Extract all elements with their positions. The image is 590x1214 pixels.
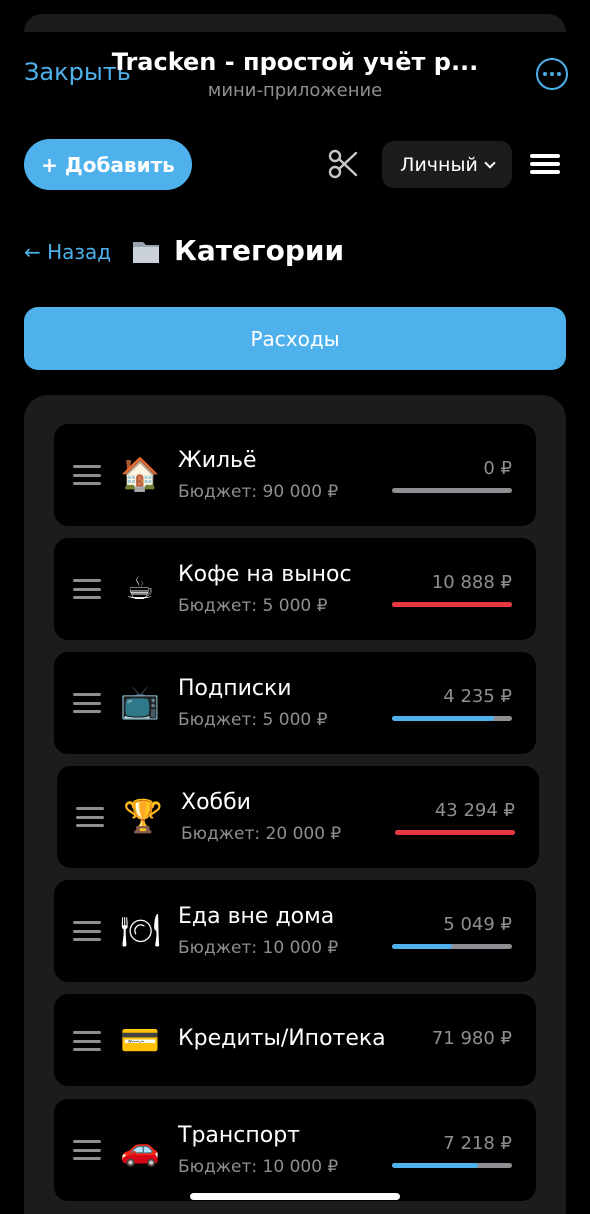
budget-progress-bar bbox=[392, 602, 512, 607]
trophy-icon: 🏆 bbox=[123, 797, 163, 835]
category-budget: Бюджет: 5 000 ₽ bbox=[178, 710, 328, 730]
tv-icon: 📺 bbox=[120, 683, 160, 721]
category-name: Хобби bbox=[181, 790, 251, 815]
category-name: Транспорт bbox=[178, 1123, 300, 1148]
scissors-icon[interactable] bbox=[328, 148, 358, 180]
title-block: Tracken - простой учёт р... мини-приложе… bbox=[110, 48, 480, 101]
folder-icon bbox=[133, 242, 159, 263]
category-card[interactable]: 🏠 Жильё Бюджет: 90 000 ₽ 0 ₽ bbox=[54, 424, 536, 526]
app-title: Tracken - простой учёт р... bbox=[111, 48, 479, 76]
drag-handle-icon[interactable] bbox=[73, 1140, 101, 1160]
budget-progress-bar bbox=[392, 488, 512, 493]
drag-handle-icon[interactable] bbox=[76, 807, 104, 827]
category-name: Кофе на вынос bbox=[178, 562, 352, 587]
coffee-icon: ☕ bbox=[125, 569, 155, 607]
category-budget: Бюджет: 20 000 ₽ bbox=[181, 824, 342, 844]
app-subtitle: мини-приложение bbox=[207, 80, 383, 101]
category-spent: 0 ₽ bbox=[483, 458, 512, 479]
category-budget: Бюджет: 90 000 ₽ bbox=[178, 482, 339, 502]
category-spent: 71 980 ₽ bbox=[431, 1028, 512, 1049]
add-button[interactable]: + Добавить bbox=[24, 139, 192, 190]
category-name: Подписки bbox=[178, 676, 292, 701]
category-card[interactable]: 🚗 Транспорт Бюджет: 10 000 ₽ 7 218 ₽ bbox=[54, 1099, 536, 1201]
budget-progress-fill bbox=[392, 944, 452, 949]
category-budget: Бюджет: 5 000 ₽ bbox=[178, 596, 328, 616]
mini-app-header: Закрыть Tracken - простой учёт р... мини… bbox=[0, 38, 590, 108]
category-list: 🏠 Жильё Бюджет: 90 000 ₽ 0 ₽ ☕ Кофе на в… bbox=[24, 395, 566, 1214]
drag-handle-icon[interactable] bbox=[73, 579, 101, 599]
budget-progress-bar bbox=[392, 716, 512, 721]
category-budget: Бюджет: 10 000 ₽ bbox=[178, 1157, 339, 1177]
category-card[interactable]: 💳 Кредиты/Ипотека 71 980 ₽ bbox=[54, 994, 536, 1086]
category-name: Жильё bbox=[178, 448, 257, 473]
drag-handle-icon[interactable] bbox=[73, 1031, 101, 1051]
budget-progress-bar bbox=[395, 830, 515, 835]
plate-icon: 🍽 bbox=[120, 911, 161, 949]
home-indicator bbox=[190, 1193, 400, 1200]
category-card[interactable]: ☕ Кофе на вынос Бюджет: 5 000 ₽ 10 888 ₽ bbox=[54, 538, 536, 640]
drag-handle-icon[interactable] bbox=[73, 465, 101, 485]
category-spent: 43 294 ₽ bbox=[434, 800, 515, 821]
budget-progress-fill bbox=[392, 716, 494, 721]
credit-card-icon: 💳 bbox=[120, 1021, 160, 1059]
hamburger-icon[interactable] bbox=[530, 154, 560, 174]
category-card[interactable]: 📺 Подписки Бюджет: 5 000 ₽ 4 235 ₽ bbox=[54, 652, 536, 754]
category-card[interactable]: 🏆 Хобби Бюджет: 20 000 ₽ 43 294 ₽ bbox=[57, 766, 539, 868]
category-name: Еда вне дома bbox=[178, 904, 335, 929]
budget-progress-bar bbox=[392, 944, 512, 949]
more-options-icon[interactable] bbox=[536, 58, 568, 90]
category-spent: 7 218 ₽ bbox=[443, 1133, 512, 1154]
account-selected-label: Личный bbox=[400, 153, 478, 176]
category-spent: 5 049 ₽ bbox=[443, 914, 512, 935]
budget-progress-fill bbox=[395, 830, 515, 835]
drag-handle-icon[interactable] bbox=[73, 921, 101, 941]
category-spent: 10 888 ₽ bbox=[431, 572, 512, 593]
car-icon: 🚗 bbox=[120, 1130, 160, 1168]
sheet-edge bbox=[24, 14, 566, 32]
page-title: Категории bbox=[174, 234, 345, 267]
account-selector[interactable]: Личный bbox=[382, 141, 512, 188]
drag-handle-icon[interactable] bbox=[73, 693, 101, 713]
budget-progress-fill bbox=[392, 602, 512, 607]
category-spent: 4 235 ₽ bbox=[443, 686, 512, 707]
tab-expenses[interactable]: Расходы bbox=[24, 307, 566, 370]
category-card[interactable]: 🍽 Еда вне дома Бюджет: 10 000 ₽ 5 049 ₽ bbox=[54, 880, 536, 982]
back-button[interactable]: ← Назад bbox=[24, 240, 111, 264]
house-icon: 🏠 bbox=[120, 455, 160, 493]
budget-progress-bar bbox=[392, 1163, 512, 1168]
chevron-down-icon bbox=[484, 156, 496, 169]
budget-progress-fill bbox=[392, 1163, 479, 1168]
category-budget: Бюджет: 10 000 ₽ bbox=[178, 938, 339, 958]
category-name: Кредиты/Ипотека bbox=[178, 1026, 386, 1051]
